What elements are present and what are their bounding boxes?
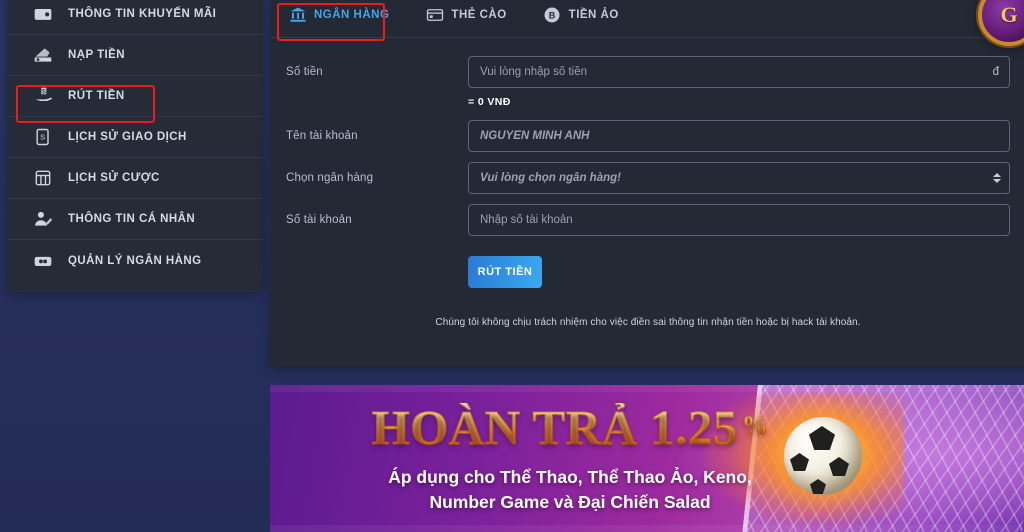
page-root: THÔNG TIN KHUYẾN MÃI NẠP TIỀN $ RÚT TIỀN… (0, 0, 1024, 532)
converted-amount-value: = 0 VNĐ (468, 96, 511, 108)
sidebar-item-profile[interactable]: THÔNG TIN CÁ NHÂN (8, 199, 263, 240)
sidebar-item-label: LỊCH SỬ GIAO DỊCH (68, 131, 187, 143)
banner-subtitle-line1: Áp dụng cho Thể Thao, Thể Thao Ảo, Keno, (388, 466, 752, 487)
account-number-field-wrap (468, 204, 1010, 236)
badge-glyph: G (1000, 2, 1018, 27)
svg-text:B: B (549, 10, 556, 20)
converted-amount-row: = 0 VNĐ (286, 96, 1010, 108)
deposit-icon (32, 44, 54, 66)
tab-scratch-card[interactable]: THẺ CÀO (421, 0, 522, 38)
banner-percent-symbol: % (741, 410, 769, 440)
account-number-input[interactable] (468, 204, 1010, 236)
account-name-label: Tên tài khoản (286, 130, 358, 142)
amount-field-wrap: đ (468, 56, 1010, 88)
card-icon (425, 5, 444, 24)
account-number-label: Số tài khoản (286, 214, 352, 226)
transaction-history-icon: S (32, 126, 54, 148)
bank-select-row: Chọn ngân hàng (286, 162, 1010, 194)
tab-label: THẺ CÀO (451, 8, 507, 21)
amount-label: Số tiền (286, 66, 323, 78)
payment-method-tabs: NGÂN HÀNG THẺ CÀO B TIỀN ẢO (270, 0, 1024, 38)
sidebar-item-promotions[interactable]: THÔNG TIN KHUYẾN MÃI (8, 0, 263, 35)
sidebar-item-withdraw[interactable]: $ RÚT TIỀN (8, 76, 263, 117)
tab-label: TIỀN ẢO (568, 8, 619, 21)
tab-bank[interactable]: NGÂN HÀNG (284, 0, 405, 38)
bitcoin-icon: B (543, 5, 562, 24)
sidebar-item-deposit[interactable]: NẠP TIỀN (8, 35, 263, 76)
banner-headline: HOÀN TRẢ 1.25% (371, 399, 769, 455)
account-name-field-wrap (468, 120, 1010, 152)
sidebar-item-transaction-history[interactable]: S LỊCH SỬ GIAO DỊCH (8, 117, 263, 158)
banner-headline-main: HOÀN TRẢ 1.25 (371, 399, 738, 455)
account-name-row: Tên tài khoản (286, 120, 1010, 152)
sidebar-item-label: THÔNG TIN KHUYẾN MÃI (68, 8, 217, 20)
banner-text-block: HOÀN TRẢ 1.25% Áp dụng cho Thể Thao, Thể… (270, 385, 870, 532)
tab-label: NGÂN HÀNG (314, 8, 390, 21)
bet-history-icon (32, 167, 54, 189)
withdraw-form-body: Số tiền đ = 0 VNĐ Tên tài khoản Chọn ngâ… (270, 38, 1024, 328)
tab-crypto[interactable]: B TIỀN ẢO (539, 0, 635, 38)
amount-input[interactable] (468, 56, 1010, 88)
sidebar-item-bank-management[interactable]: QUẢN LÝ NGÂN HÀNG (8, 240, 263, 281)
sidebar-item-label: QUẢN LÝ NGÂN HÀNG (68, 254, 202, 267)
bank-select-input[interactable] (468, 162, 1010, 194)
bank-manage-icon (32, 250, 54, 272)
sidebar-item-label: LỊCH SỬ CƯỢC (68, 172, 160, 184)
svg-text:S: S (40, 133, 45, 142)
sidebar-item-bet-history[interactable]: LỊCH SỬ CƯỢC (8, 158, 263, 199)
sidebar-item-label: THÔNG TIN CÁ NHÂN (68, 213, 196, 225)
svg-text:$: $ (42, 89, 46, 96)
disclaimer-text: Chúng tôi không chịu trách nhiệm cho việ… (435, 317, 861, 328)
sidebar-item-label: RÚT TIỀN (68, 90, 125, 102)
amount-row: Số tiền đ (286, 56, 1010, 88)
promo-banner[interactable]: HOÀN TRẢ 1.25% Áp dụng cho Thể Thao, Thể… (270, 385, 1024, 532)
account-sidebar: THÔNG TIN KHUYẾN MÃI NẠP TIỀN $ RÚT TIỀN… (8, 0, 263, 292)
withdraw-form-panel: NGÂN HÀNG THẺ CÀO B TIỀN ẢO Số tiền Vui … (270, 0, 1024, 367)
withdraw-hand-icon: $ (32, 85, 54, 107)
bank-select-label: Chọn ngân hàng (286, 172, 374, 184)
account-name-input[interactable] (468, 120, 1010, 152)
bank-icon (288, 5, 307, 24)
promo-wallet-icon (32, 3, 54, 25)
banner-subtitle: Áp dụng cho Thể Thao, Thể Thao Ảo, Keno,… (388, 465, 752, 515)
bank-select-field-wrap (468, 162, 1010, 194)
sidebar-item-label: NẠP TIỀN (68, 49, 126, 61)
withdraw-submit-button[interactable]: RÚT TIỀN (468, 256, 542, 288)
banner-subtitle-line2: Number Game và Đại Chiến Salad (429, 491, 711, 512)
account-number-row: Số tài khoản (286, 204, 1010, 236)
profile-edit-icon (32, 208, 54, 230)
submit-row: RÚT TIỀN (468, 256, 1010, 288)
